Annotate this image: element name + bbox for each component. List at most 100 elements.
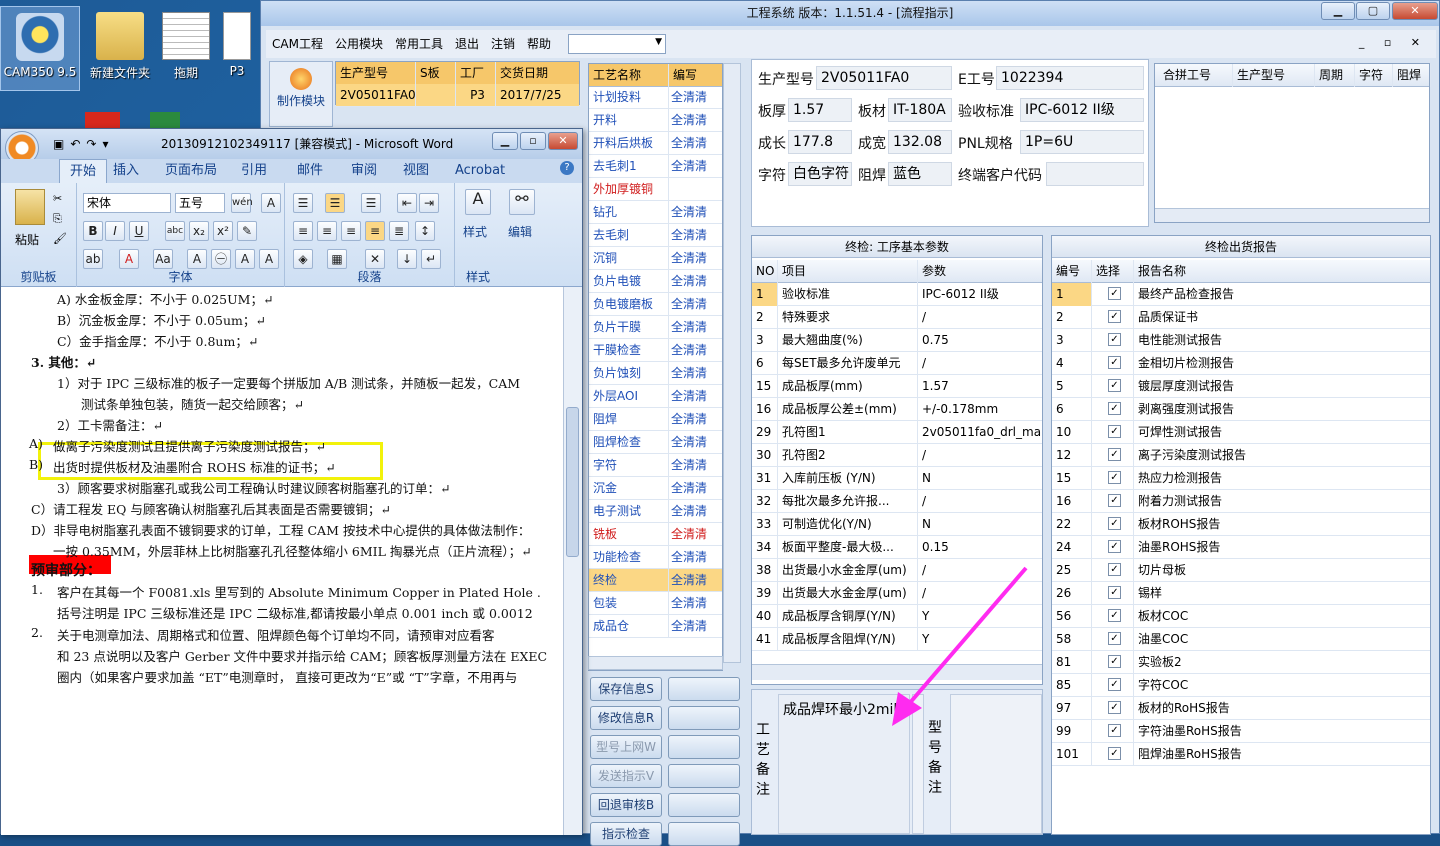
checkbox[interactable]: ✓ bbox=[1108, 287, 1121, 300]
bold-icon[interactable]: B bbox=[83, 221, 103, 241]
table-row[interactable]: 97 ✓ 板材的RoHS报告 bbox=[1052, 697, 1430, 720]
merge-hscroll[interactable] bbox=[1155, 208, 1429, 222]
table-row[interactable]: 15 成品板厚(mm) 1.57 bbox=[752, 375, 1042, 398]
align-center-icon[interactable]: ≡ bbox=[317, 221, 337, 241]
table-row[interactable]: 负片蚀刻 全清清 bbox=[589, 362, 722, 385]
menu-logout[interactable]: 注销 bbox=[485, 30, 521, 58]
table-row[interactable]: 电子测试 全清清 bbox=[589, 500, 722, 523]
checkbox[interactable]: ✓ bbox=[1108, 701, 1121, 714]
table-row[interactable]: 3 最大翘曲度(%) 0.75 bbox=[752, 329, 1042, 352]
ribbon-tab[interactable]: 开始 bbox=[59, 159, 108, 183]
blank-button[interactable] bbox=[668, 764, 740, 788]
char-field[interactable]: 白色字符 bbox=[788, 162, 852, 186]
table-row[interactable]: 干膜检查 全清清 bbox=[589, 339, 722, 362]
bullets-icon[interactable]: ☰ bbox=[293, 193, 313, 213]
checkbox[interactable]: ✓ bbox=[1108, 494, 1121, 507]
styles-group[interactable]: A 样式 样式 bbox=[455, 183, 501, 287]
table-row[interactable]: 1 验收标准 IPC-6012 II级 bbox=[752, 283, 1042, 306]
table-row[interactable]: 16 ✓ 附着力测试报告 bbox=[1052, 490, 1430, 513]
italic-icon[interactable]: I bbox=[105, 221, 125, 241]
mdi-controls[interactable]: _ ▫ ✕ bbox=[1359, 36, 1428, 49]
action-button[interactable]: 回退审核B bbox=[590, 793, 662, 817]
help-icon[interactable]: ? bbox=[560, 161, 574, 175]
eno-field[interactable]: 1022394 bbox=[996, 66, 1144, 90]
maximize-button[interactable]: ▢ bbox=[1356, 2, 1390, 20]
standard-field[interactable]: IPC-6012 II级 bbox=[1020, 98, 1144, 122]
table-row[interactable]: 包装 全清清 bbox=[589, 592, 722, 615]
document-vscroll[interactable] bbox=[563, 287, 582, 835]
table-row[interactable]: 26 ✓ 锡样 bbox=[1052, 582, 1430, 605]
ribbon-tab[interactable]: 视图 bbox=[403, 159, 429, 183]
table-row[interactable]: 终检 全清清 bbox=[589, 569, 722, 592]
grow-font-icon[interactable]: A bbox=[235, 249, 255, 269]
checkbox[interactable]: ✓ bbox=[1108, 356, 1121, 369]
table-row[interactable]: 铣板 全清清 bbox=[589, 523, 722, 546]
change-case-icon[interactable]: Aa bbox=[153, 249, 173, 269]
table-row[interactable]: 去毛刺 全清清 bbox=[589, 224, 722, 247]
checkbox[interactable]: ✓ bbox=[1108, 724, 1121, 737]
blank-button[interactable] bbox=[668, 793, 740, 817]
table-row[interactable]: 15 ✓ 热应力检测报告 bbox=[1052, 467, 1430, 490]
checkbox[interactable]: ✓ bbox=[1108, 402, 1121, 415]
close-button[interactable]: ✕ bbox=[1392, 2, 1438, 20]
table-row[interactable]: 16 成品板厚公差±(mm) +/-0.178mm bbox=[752, 398, 1042, 421]
process-vscroll[interactable] bbox=[723, 63, 741, 663]
checkbox[interactable]: ✓ bbox=[1108, 563, 1121, 576]
scroll-thumb[interactable] bbox=[566, 407, 579, 557]
ribbon-tab[interactable]: 邮件 bbox=[297, 159, 323, 183]
table-row[interactable]: 58 ✓ 油墨COC bbox=[1052, 628, 1430, 651]
table-row[interactable]: 12 ✓ 离子污染度测试报告 bbox=[1052, 444, 1430, 467]
superscript-icon[interactable]: x² bbox=[213, 221, 233, 241]
blank-button[interactable] bbox=[668, 706, 740, 730]
font-color-icon[interactable]: A bbox=[119, 249, 139, 269]
ribbon-tab[interactable]: 插入 bbox=[113, 159, 139, 183]
sort-icon[interactable]: ↓ bbox=[397, 249, 417, 269]
word-close-button[interactable]: ✕ bbox=[548, 132, 578, 150]
checkbox[interactable]: ✓ bbox=[1108, 448, 1121, 461]
cut-copy-format-icons[interactable]: ✂ ⎘ 🖌 bbox=[53, 189, 67, 249]
shrink-font-icon[interactable]: A bbox=[259, 249, 279, 269]
table-row[interactable]: 30 孔符图2/ bbox=[752, 444, 1042, 467]
checkbox[interactable]: ✓ bbox=[1108, 540, 1121, 553]
show-marks-icon[interactable]: ↵ bbox=[421, 249, 441, 269]
table-row[interactable]: 开料 全清清 bbox=[589, 109, 722, 132]
action-button[interactable]: 保存信息S bbox=[590, 677, 662, 701]
table-row[interactable]: 开料后烘板 全清清 bbox=[589, 132, 722, 155]
shading-icon[interactable]: ◈ bbox=[293, 249, 313, 269]
customer-code-field[interactable] bbox=[1046, 162, 1144, 186]
subscript-icon[interactable]: x₂ bbox=[189, 221, 209, 241]
table-row[interactable]: 2V05011FA0 P3 2017/7/25 bbox=[336, 84, 581, 107]
quick-access-toolbar[interactable]: ▣↶↷▾ bbox=[53, 129, 114, 159]
word-restore-button[interactable]: ▫ bbox=[520, 132, 546, 150]
table-row[interactable]: 阻焊 全清清 bbox=[589, 408, 722, 431]
menu-help[interactable]: 帮助 bbox=[521, 30, 557, 58]
make-module-button[interactable]: 制作模块 bbox=[269, 61, 333, 127]
table-row[interactable]: 负片电镀 全清清 bbox=[589, 270, 722, 293]
length-field[interactable]: 177.8 bbox=[788, 130, 852, 154]
pnl-field[interactable]: 1P=6U bbox=[1020, 130, 1144, 154]
table-row[interactable]: 沉铜 全清清 bbox=[589, 247, 722, 270]
table-row[interactable]: 成品仓 全清清 bbox=[589, 615, 722, 638]
multilevel-list-icon[interactable]: ☰ bbox=[361, 193, 381, 213]
table-row[interactable]: 负电镀磨板 全清清 bbox=[589, 293, 722, 316]
table-row[interactable]: 2 ✓ 品质保证书 bbox=[1052, 306, 1430, 329]
material-field[interactable]: IT-180A bbox=[888, 98, 952, 122]
table-row[interactable]: 34 板面平整度-最大极... 0.15 bbox=[752, 536, 1042, 559]
enclose-char-icon[interactable]: ㊀ bbox=[211, 249, 231, 269]
table-row[interactable]: 3 ✓ 电性能测试报告 bbox=[1052, 329, 1430, 352]
minimize-button[interactable]: ▁ bbox=[1321, 2, 1355, 20]
action-button[interactable]: 型号上网W bbox=[590, 735, 662, 759]
blank-button[interactable] bbox=[668, 677, 740, 701]
table-row[interactable]: 31 入库前压板 (Y/N) N bbox=[752, 467, 1042, 490]
chinese-layout-icon[interactable]: ✕ bbox=[365, 249, 385, 269]
table-row[interactable]: 计划投料 全清清 bbox=[589, 86, 722, 109]
document-body[interactable]: A) 水金板金厚：不小于 0.025UM；↵ B）沉金板金厚：不小于 0.05um… bbox=[1, 287, 563, 835]
checkbox[interactable]: ✓ bbox=[1108, 678, 1121, 691]
table-row[interactable]: 外层AOI 全清清 bbox=[589, 385, 722, 408]
table-row[interactable]: 101 ✓ 阻焊油墨RoHS报告 bbox=[1052, 743, 1430, 766]
desktop-icon-p3[interactable]: P3 bbox=[212, 6, 262, 91]
decrease-indent-icon[interactable]: ⇤ bbox=[397, 193, 417, 213]
ribbon-tab[interactable]: 审阅 bbox=[351, 159, 377, 183]
action-button[interactable]: 发送指示V bbox=[590, 764, 662, 788]
table-row[interactable]: 2 特殊要求 / bbox=[752, 306, 1042, 329]
